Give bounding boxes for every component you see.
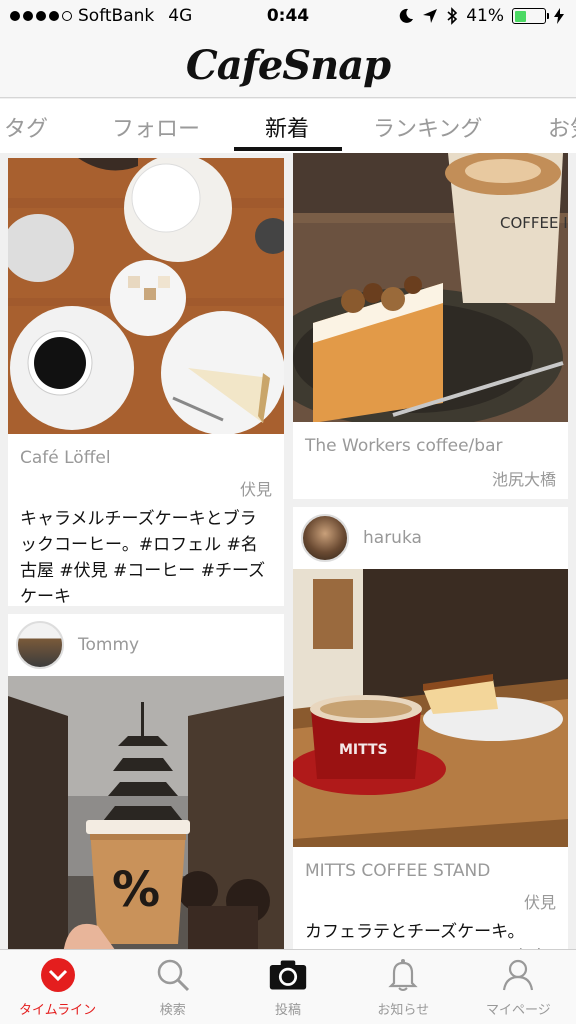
shop-name[interactable]: Café Löffel: [8, 448, 284, 468]
app-logo: CafeSnap: [185, 42, 391, 89]
cup-print-percent: %: [112, 862, 160, 918]
post-card[interactable]: COFFEE IS MY BOYFR The Workers coffee/ba…: [293, 153, 568, 499]
area-name[interactable]: 伏見: [293, 889, 568, 913]
shop-name[interactable]: MITTS COFFEE STAND: [293, 861, 568, 881]
bluetooth-icon: [447, 7, 458, 25]
carrot-cake-image: COFFEE IS MY BOYFR: [293, 153, 568, 422]
camera-icon: [268, 955, 308, 995]
feed: Café Löffel 伏見 キャラメルチーズケーキとブラックコーヒー。#ロフェ…: [0, 153, 576, 949]
username[interactable]: haruka: [363, 528, 422, 548]
tabbar-label: タイムライン: [19, 1003, 97, 1018]
search-icon: [153, 955, 193, 995]
tabbar-label: 投稿: [275, 1003, 302, 1018]
battery-icon: [512, 8, 549, 24]
moon-icon: [399, 8, 414, 23]
bell-icon: [383, 955, 423, 995]
tabbar-label: マイページ: [486, 1003, 551, 1018]
cup-print-mitts: MITTS: [339, 742, 388, 758]
status-right: 41%: [398, 6, 564, 26]
post-photo[interactable]: MITTS: [293, 569, 568, 847]
user-row[interactable]: haruka: [293, 507, 568, 569]
tabbar-mypage[interactable]: マイページ: [461, 950, 576, 1024]
battery-percent: 41%: [466, 6, 504, 26]
post-card[interactable]: Tommy %: [8, 614, 284, 949]
active-tab-indicator: [234, 147, 342, 151]
tab-follow[interactable]: フォロー: [112, 111, 200, 143]
post-card[interactable]: Café Löffel 伏見 キャラメルチーズケーキとブラックコーヒー。#ロフェ…: [8, 158, 284, 606]
tab-new[interactable]: 新着: [265, 111, 309, 143]
username[interactable]: Tommy: [78, 635, 139, 655]
timeline-icon: [38, 955, 78, 995]
post-photo[interactable]: [8, 158, 284, 434]
bottom-tab-bar: タイムライン 検索 投稿 お知らせ マイページ: [0, 949, 576, 1024]
cafe-table-image: [8, 158, 284, 434]
post-caption: カフェラテとチーズケーキ。#MITTSCOFFEESTAND #名古: [305, 922, 547, 949]
post-caption: キャラメルチーズケーキとブラックコーヒー。#ロフェル #名古屋 #伏見 #コーヒ…: [20, 509, 266, 606]
tab-tag[interactable]: タグ: [4, 111, 48, 143]
app-header: CafeSnap: [0, 34, 576, 98]
area-name[interactable]: 伏見: [8, 476, 284, 500]
tabbar-label: 検索: [159, 1003, 186, 1018]
tab-ranking[interactable]: ランキング: [373, 111, 482, 143]
tab-favorite[interactable]: お気: [548, 111, 576, 143]
location-icon: [423, 9, 438, 23]
pagoda-street-image: %: [8, 676, 284, 949]
area-name[interactable]: 池尻大橋: [293, 466, 568, 490]
tabbar-notifications[interactable]: お知らせ: [346, 950, 461, 1024]
avatar[interactable]: [301, 514, 349, 562]
status-bar: SoftBank 4G 0:44 41%: [0, 0, 576, 34]
person-icon: [498, 955, 538, 995]
tabbar-search[interactable]: 検索: [115, 950, 230, 1024]
latte-cheesecake-image: MITTS: [293, 569, 568, 847]
tabbar-label: お知らせ: [377, 1003, 430, 1018]
user-row[interactable]: Tommy: [8, 614, 284, 676]
tab-strip: タグ フォロー 新着 ランキング お気: [0, 99, 576, 153]
avatar[interactable]: [16, 621, 64, 669]
post-photo[interactable]: COFFEE IS MY BOYFR: [293, 153, 568, 422]
cup-print-coffee: COFFEE IS MY BOYFR: [500, 214, 568, 232]
tabbar-timeline[interactable]: タイムライン: [0, 950, 115, 1024]
post-card[interactable]: haruka MITTS MITTS COFFEE STAND 伏見 カフェラテ…: [293, 507, 568, 949]
charging-icon: [554, 8, 564, 24]
shop-name[interactable]: The Workers coffee/bar: [293, 436, 568, 456]
post-photo[interactable]: %: [8, 676, 284, 949]
tabbar-post[interactable]: 投稿: [230, 950, 345, 1024]
